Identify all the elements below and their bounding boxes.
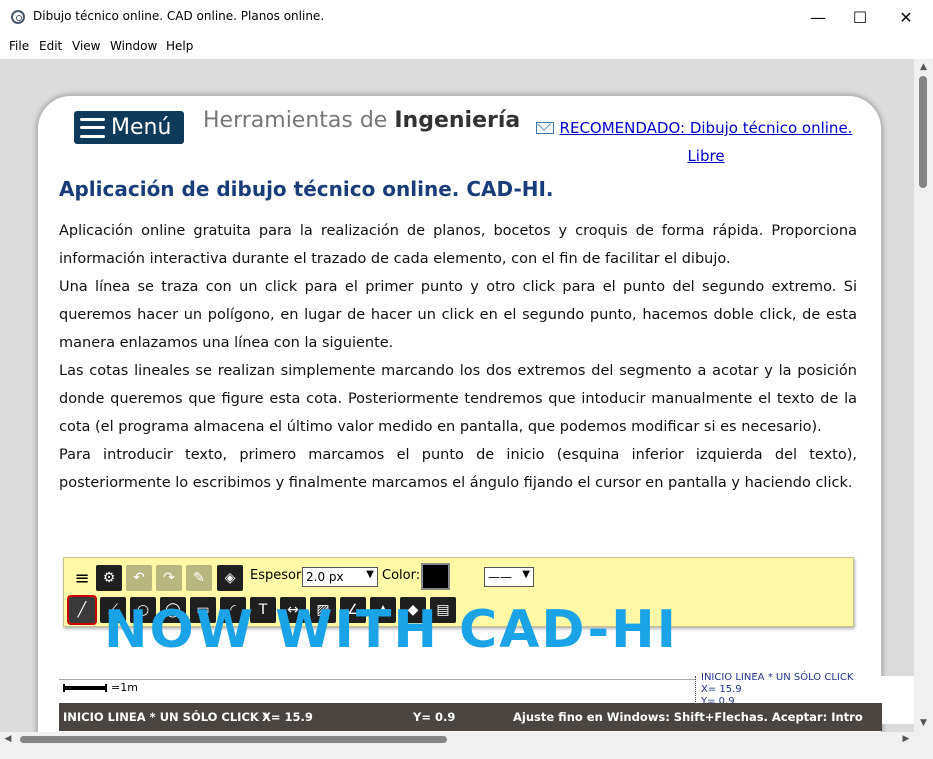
status-hint: Ajuste fino en Windows: Shift+Flechas. A…: [513, 710, 863, 724]
scroll-up-icon[interactable]: ▲: [914, 59, 933, 76]
envelope-icon: [536, 122, 554, 134]
scale-label: =1m: [111, 681, 138, 694]
hamburger-icon: [80, 117, 105, 138]
chevron-down-icon: ▼: [366, 569, 374, 580]
window-title: Dibujo técnico online. CAD online. Plano…: [33, 9, 325, 23]
status-x: X= 15.9: [262, 710, 313, 724]
scale-bar: [63, 684, 107, 692]
site-menu-button[interactable]: Menú: [74, 111, 184, 144]
promo-overlay: NOW WITH CAD-HI: [104, 600, 678, 660]
undo-icon[interactable]: ↶: [126, 565, 152, 591]
linestyle-value: ——: [488, 570, 512, 584]
pencil-icon[interactable]: ✎: [186, 565, 212, 591]
horizontal-scroll-thumb[interactable]: [20, 736, 447, 743]
article-body: Aplicación online gratuita para la reali…: [59, 217, 857, 497]
scroll-corner: [914, 732, 933, 759]
menu-bar: File Edit View Window Help: [0, 35, 933, 59]
menu-window[interactable]: Window: [110, 39, 157, 53]
status-mode: INICIO LINEA * UN SÓLO CLICK *: [63, 710, 269, 724]
cursor-info-mode: INICIO LINEA * UN SÓLO CLICK: [701, 672, 854, 683]
redo-icon[interactable]: ↷: [156, 565, 182, 591]
gear-icon[interactable]: ⚙: [96, 565, 122, 591]
web-viewport: Menú Herramientas de Ingeniería RECOMEND…: [0, 59, 914, 732]
chevron-down-icon: ▼: [522, 569, 530, 580]
app-icon: [11, 10, 25, 24]
vertical-scroll-thumb[interactable]: [919, 76, 927, 188]
page-title: Aplicación de dibujo técnico online. CAD…: [59, 177, 554, 201]
paragraph: Para introducir texto, primero marcamos …: [59, 447, 857, 491]
linestyle-select[interactable]: —— ▼: [484, 567, 534, 587]
minimize-button[interactable]: —: [795, 0, 841, 34]
color-label: Color:: [382, 568, 421, 583]
vertical-scrollbar[interactable]: ▲ ▼: [914, 59, 933, 732]
scroll-right-icon[interactable]: ▶: [898, 732, 914, 746]
site-menu-label: Menú: [111, 115, 172, 140]
menu-file[interactable]: File: [9, 39, 29, 53]
window-bottom-edge: [0, 746, 914, 759]
recommended-link[interactable]: RECOMENDADO: Dibujo técnico online. Libr…: [555, 114, 857, 170]
menu-edit[interactable]: Edit: [39, 39, 62, 53]
paragraph: Aplicación online gratuita para la reali…: [59, 223, 857, 267]
line-tool-icon[interactable]: ╱: [67, 595, 97, 625]
site-brand[interactable]: Herramientas de Ingeniería: [203, 108, 520, 133]
espesor-label: Espesor:: [250, 568, 306, 583]
paragraph: Las cotas lineales se realizan simplemen…: [59, 363, 857, 435]
menu-icon[interactable]: ≡: [69, 565, 95, 591]
paragraph: Una línea se traza con un click para el …: [59, 279, 857, 351]
espesor-value: 2.0 px: [306, 570, 344, 584]
menu-view[interactable]: View: [72, 39, 100, 53]
scroll-left-icon[interactable]: ◀: [0, 732, 16, 746]
layers-icon[interactable]: ◈: [217, 565, 243, 591]
status-bar: INICIO LINEA * UN SÓLO CLICK * X= 15.9 Y…: [59, 703, 882, 731]
scroll-down-icon[interactable]: ▼: [914, 715, 933, 732]
menu-help[interactable]: Help: [166, 39, 193, 53]
brand-light: Herramientas de: [203, 108, 395, 133]
cursor-info-x: X= 15.9: [701, 684, 742, 695]
horizontal-scrollbar[interactable]: ◀ ▶: [0, 732, 914, 746]
title-bar: Dibujo técnico online. CAD online. Plano…: [0, 0, 933, 35]
maximize-button[interactable]: ☐: [837, 0, 883, 34]
color-picker[interactable]: [421, 563, 450, 590]
espesor-select[interactable]: 2.0 px ▼: [302, 567, 378, 587]
close-button[interactable]: ✕: [883, 0, 929, 34]
status-y: Y= 0.9: [413, 710, 456, 724]
brand-bold: Ingeniería: [394, 108, 521, 133]
